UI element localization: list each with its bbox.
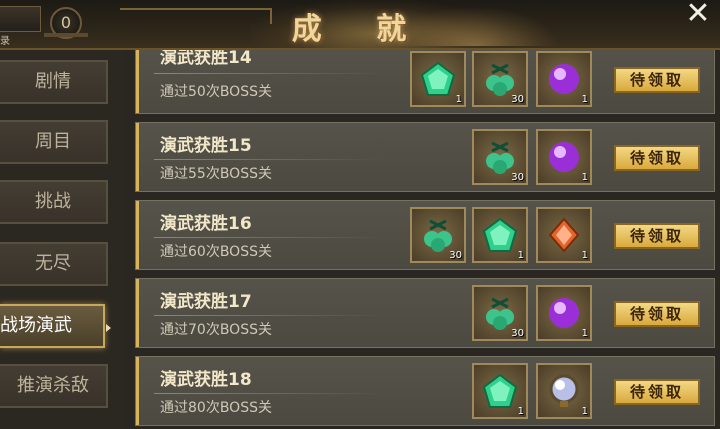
row-divider bbox=[154, 315, 384, 316]
row-divider bbox=[154, 159, 384, 160]
pearl-amulet-icon[interactable]: 1 bbox=[536, 363, 592, 419]
sidebar-item-challenge[interactable]: 挑战 bbox=[0, 180, 108, 224]
emerald-gem-icon[interactable]: 1 bbox=[472, 207, 528, 263]
row-divider bbox=[154, 237, 384, 238]
jade-pouch-icon[interactable]: 30 bbox=[472, 129, 528, 185]
sidebar-item-cycle[interactable]: 周目 bbox=[0, 120, 108, 164]
achievement-title: 演武获胜17 bbox=[160, 292, 252, 312]
reward-count: 1 bbox=[581, 172, 588, 183]
reward-count: 30 bbox=[511, 172, 524, 183]
sidebar-item-deduction-kill[interactable]: 推演杀敌 bbox=[0, 364, 108, 408]
emerald-gem-icon[interactable]: 1 bbox=[472, 363, 528, 419]
achievement-row: 演武获胜15 通过55次BOSS关 30 1 待领取 bbox=[135, 122, 715, 192]
achievement-desc: 通过60次BOSS关 bbox=[160, 244, 272, 260]
header-bar: 录 0 成 就 ✕ bbox=[0, 0, 720, 50]
orange-crystal-icon[interactable]: 1 bbox=[536, 207, 592, 263]
achievement-desc: 通过70次BOSS关 bbox=[160, 322, 272, 338]
reward-count: 30 bbox=[449, 250, 462, 261]
reward-count: 1 bbox=[581, 250, 588, 261]
reward-count: 1 bbox=[581, 328, 588, 339]
achievement-title: 演武获胜18 bbox=[160, 370, 252, 390]
zero-badge: 0 bbox=[44, 7, 88, 39]
left-fragment-text: 录 bbox=[0, 36, 10, 47]
purple-orb-icon[interactable]: 1 bbox=[536, 285, 592, 341]
reward-count: 1 bbox=[517, 250, 524, 261]
jade-pouch-icon[interactable]: 30 bbox=[472, 285, 528, 341]
reward-count: 1 bbox=[517, 406, 524, 417]
sidebar-item-endless[interactable]: 无尽 bbox=[0, 242, 108, 286]
achievement-row: 演武获胜17 通过70次BOSS关 30 1 待领取 bbox=[135, 278, 715, 348]
achievement-title: 演武获胜16 bbox=[160, 214, 252, 234]
achievement-row: 演武获胜14 通过50次BOSS关 1 30 1 待领取 bbox=[135, 50, 715, 114]
row-divider bbox=[154, 73, 384, 74]
jade-pouch-icon[interactable]: 30 bbox=[472, 51, 528, 107]
claim-button[interactable]: 待领取 bbox=[614, 67, 700, 93]
claim-button[interactable]: 待领取 bbox=[614, 301, 700, 327]
back-tab[interactable] bbox=[0, 6, 41, 32]
achievement-row: 演武获胜16 通过60次BOSS关 30 1 1 待领取 bbox=[135, 200, 715, 270]
category-sidebar: 剧情 周目 挑战 无尽 战场演武 推演杀敌 bbox=[0, 50, 125, 429]
claim-button[interactable]: 待领取 bbox=[614, 379, 700, 405]
sidebar-item-battlefield-drill[interactable]: 战场演武 bbox=[0, 304, 111, 348]
achievement-desc: 通过50次BOSS关 bbox=[160, 84, 272, 100]
purple-orb-icon[interactable]: 1 bbox=[536, 129, 592, 185]
achievement-title: 演武获胜15 bbox=[160, 136, 252, 156]
claim-button[interactable]: 待领取 bbox=[614, 145, 700, 171]
emerald-gem-icon[interactable]: 1 bbox=[410, 51, 466, 107]
sidebar-item-story[interactable]: 剧情 bbox=[0, 60, 108, 104]
reward-count: 1 bbox=[455, 94, 462, 105]
sidebar-item-label: 战场演武 bbox=[0, 315, 72, 336]
purple-orb-icon[interactable]: 1 bbox=[536, 51, 592, 107]
achievement-desc: 通过55次BOSS关 bbox=[160, 166, 272, 182]
page-title: 成 就 bbox=[291, 12, 429, 47]
row-divider bbox=[154, 393, 384, 394]
achievement-row: 演武获胜18 通过80次BOSS关 1 1 待领取 bbox=[135, 356, 715, 426]
reward-count: 30 bbox=[511, 94, 524, 105]
close-icon[interactable]: ✕ bbox=[680, 0, 716, 30]
achievement-title: 演武获胜14 bbox=[160, 50, 252, 68]
achievement-list[interactable]: 演武获胜14 通过50次BOSS关 1 30 1 待领取 演武获胜15 通过55… bbox=[125, 50, 720, 429]
achievement-desc: 通过80次BOSS关 bbox=[160, 400, 272, 416]
reward-count: 30 bbox=[511, 328, 524, 339]
jade-pouch-icon[interactable]: 30 bbox=[410, 207, 466, 263]
active-arrow-icon bbox=[106, 324, 111, 332]
reward-count: 1 bbox=[581, 94, 588, 105]
claim-button[interactable]: 待领取 bbox=[614, 223, 700, 249]
header-ornament-line bbox=[120, 8, 272, 24]
reward-count: 1 bbox=[581, 406, 588, 417]
